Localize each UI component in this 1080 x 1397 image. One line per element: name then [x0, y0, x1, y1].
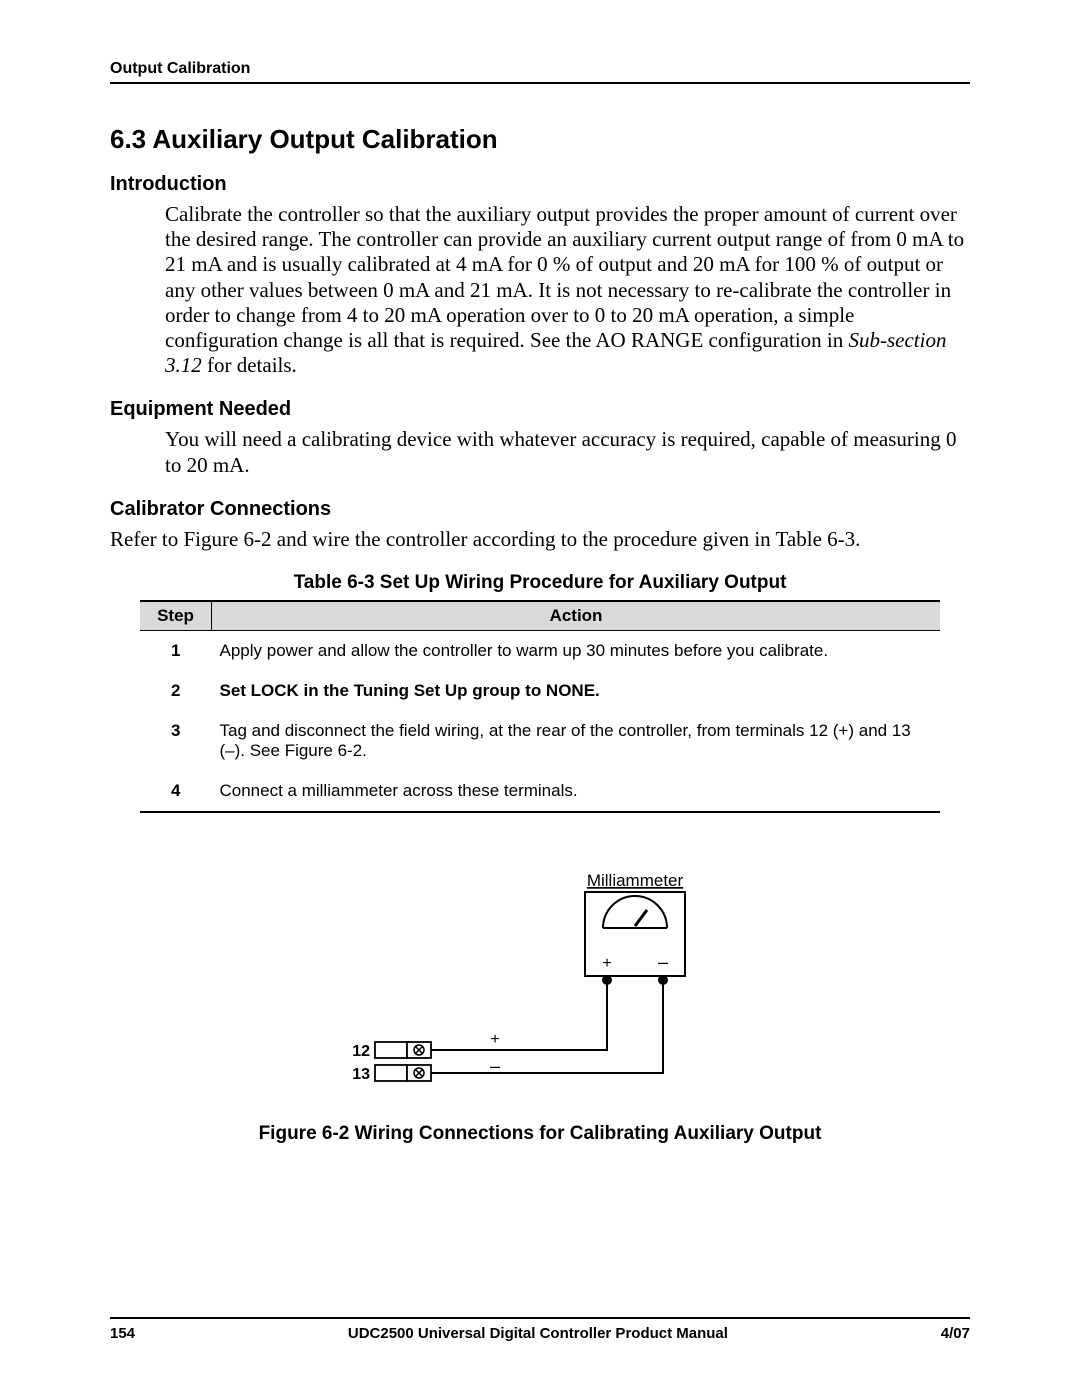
wire-minus-label: – — [490, 1056, 500, 1076]
running-header: Output Calibration — [110, 60, 970, 78]
page: Output Calibration 6.3 Auxiliary Output … — [0, 0, 1080, 1397]
meter-label: Milliammeter — [587, 871, 684, 890]
step-number: 2 — [140, 671, 212, 711]
col-step: Step — [140, 601, 212, 631]
wire-plus — [430, 980, 607, 1050]
table-row: 3 Tag and disconnect the field wiring, a… — [140, 711, 940, 771]
figure-caption: Figure 6-2 Wiring Connections for Calibr… — [110, 1123, 970, 1145]
meter-minus: – — [658, 952, 668, 972]
col-action: Action — [212, 601, 941, 631]
terminal-13-left — [375, 1065, 407, 1081]
terminal-13-label: 13 — [352, 1066, 370, 1083]
footer-title: UDC2500 Universal Digital Controller Pro… — [348, 1325, 728, 1342]
table-row: 1 Apply power and allow the controller t… — [140, 630, 940, 671]
wiring-diagram: Milliammeter + – + – 12 — [325, 868, 755, 1108]
section-heading: 6.3 Auxiliary Output Calibration — [110, 124, 970, 155]
introduction-paragraph: Calibrate the controller so that the aux… — [110, 202, 970, 378]
footer-date: 4/07 — [941, 1325, 970, 1342]
intro-text-b: for details. — [202, 353, 297, 377]
intro-text-a: Calibrate the controller so that the aux… — [165, 202, 964, 352]
table-row: 4 Connect a milliammeter across these te… — [140, 771, 940, 812]
step-number: 3 — [140, 711, 212, 771]
step-action: Tag and disconnect the field wiring, at … — [212, 711, 941, 771]
step-action: Set LOCK in the Tuning Set Up group to N… — [212, 671, 941, 711]
terminal-12-left — [375, 1042, 407, 1058]
page-number: 154 — [110, 1325, 135, 1342]
connections-heading: Calibrator Connections — [110, 498, 970, 521]
wire-minus — [430, 980, 663, 1073]
connections-paragraph: Refer to Figure 6-2 and wire the control… — [110, 527, 970, 552]
step-action: Connect a milliammeter across these term… — [212, 771, 941, 812]
introduction-heading: Introduction — [110, 173, 970, 196]
equipment-heading: Equipment Needed — [110, 398, 970, 421]
step-number: 4 — [140, 771, 212, 812]
header-rule — [110, 82, 970, 84]
footer-rule — [110, 1317, 970, 1319]
step-action: Apply power and allow the controller to … — [212, 630, 941, 671]
meter-plus: + — [602, 955, 611, 972]
step-number: 1 — [140, 630, 212, 671]
wire-plus-label: + — [490, 1031, 499, 1048]
figure-wrap: Milliammeter + – + – 12 — [110, 868, 970, 1145]
page-footer: 154 UDC2500 Universal Digital Controller… — [110, 1317, 970, 1342]
table-row: 2 Set LOCK in the Tuning Set Up group to… — [140, 671, 940, 711]
procedure-table: Step Action 1 Apply power and allow the … — [140, 600, 940, 813]
terminal-12-label: 12 — [352, 1043, 370, 1060]
table-caption: Table 6-3 Set Up Wiring Procedure for Au… — [110, 572, 970, 594]
equipment-paragraph: You will need a calibrating device with … — [110, 427, 970, 477]
